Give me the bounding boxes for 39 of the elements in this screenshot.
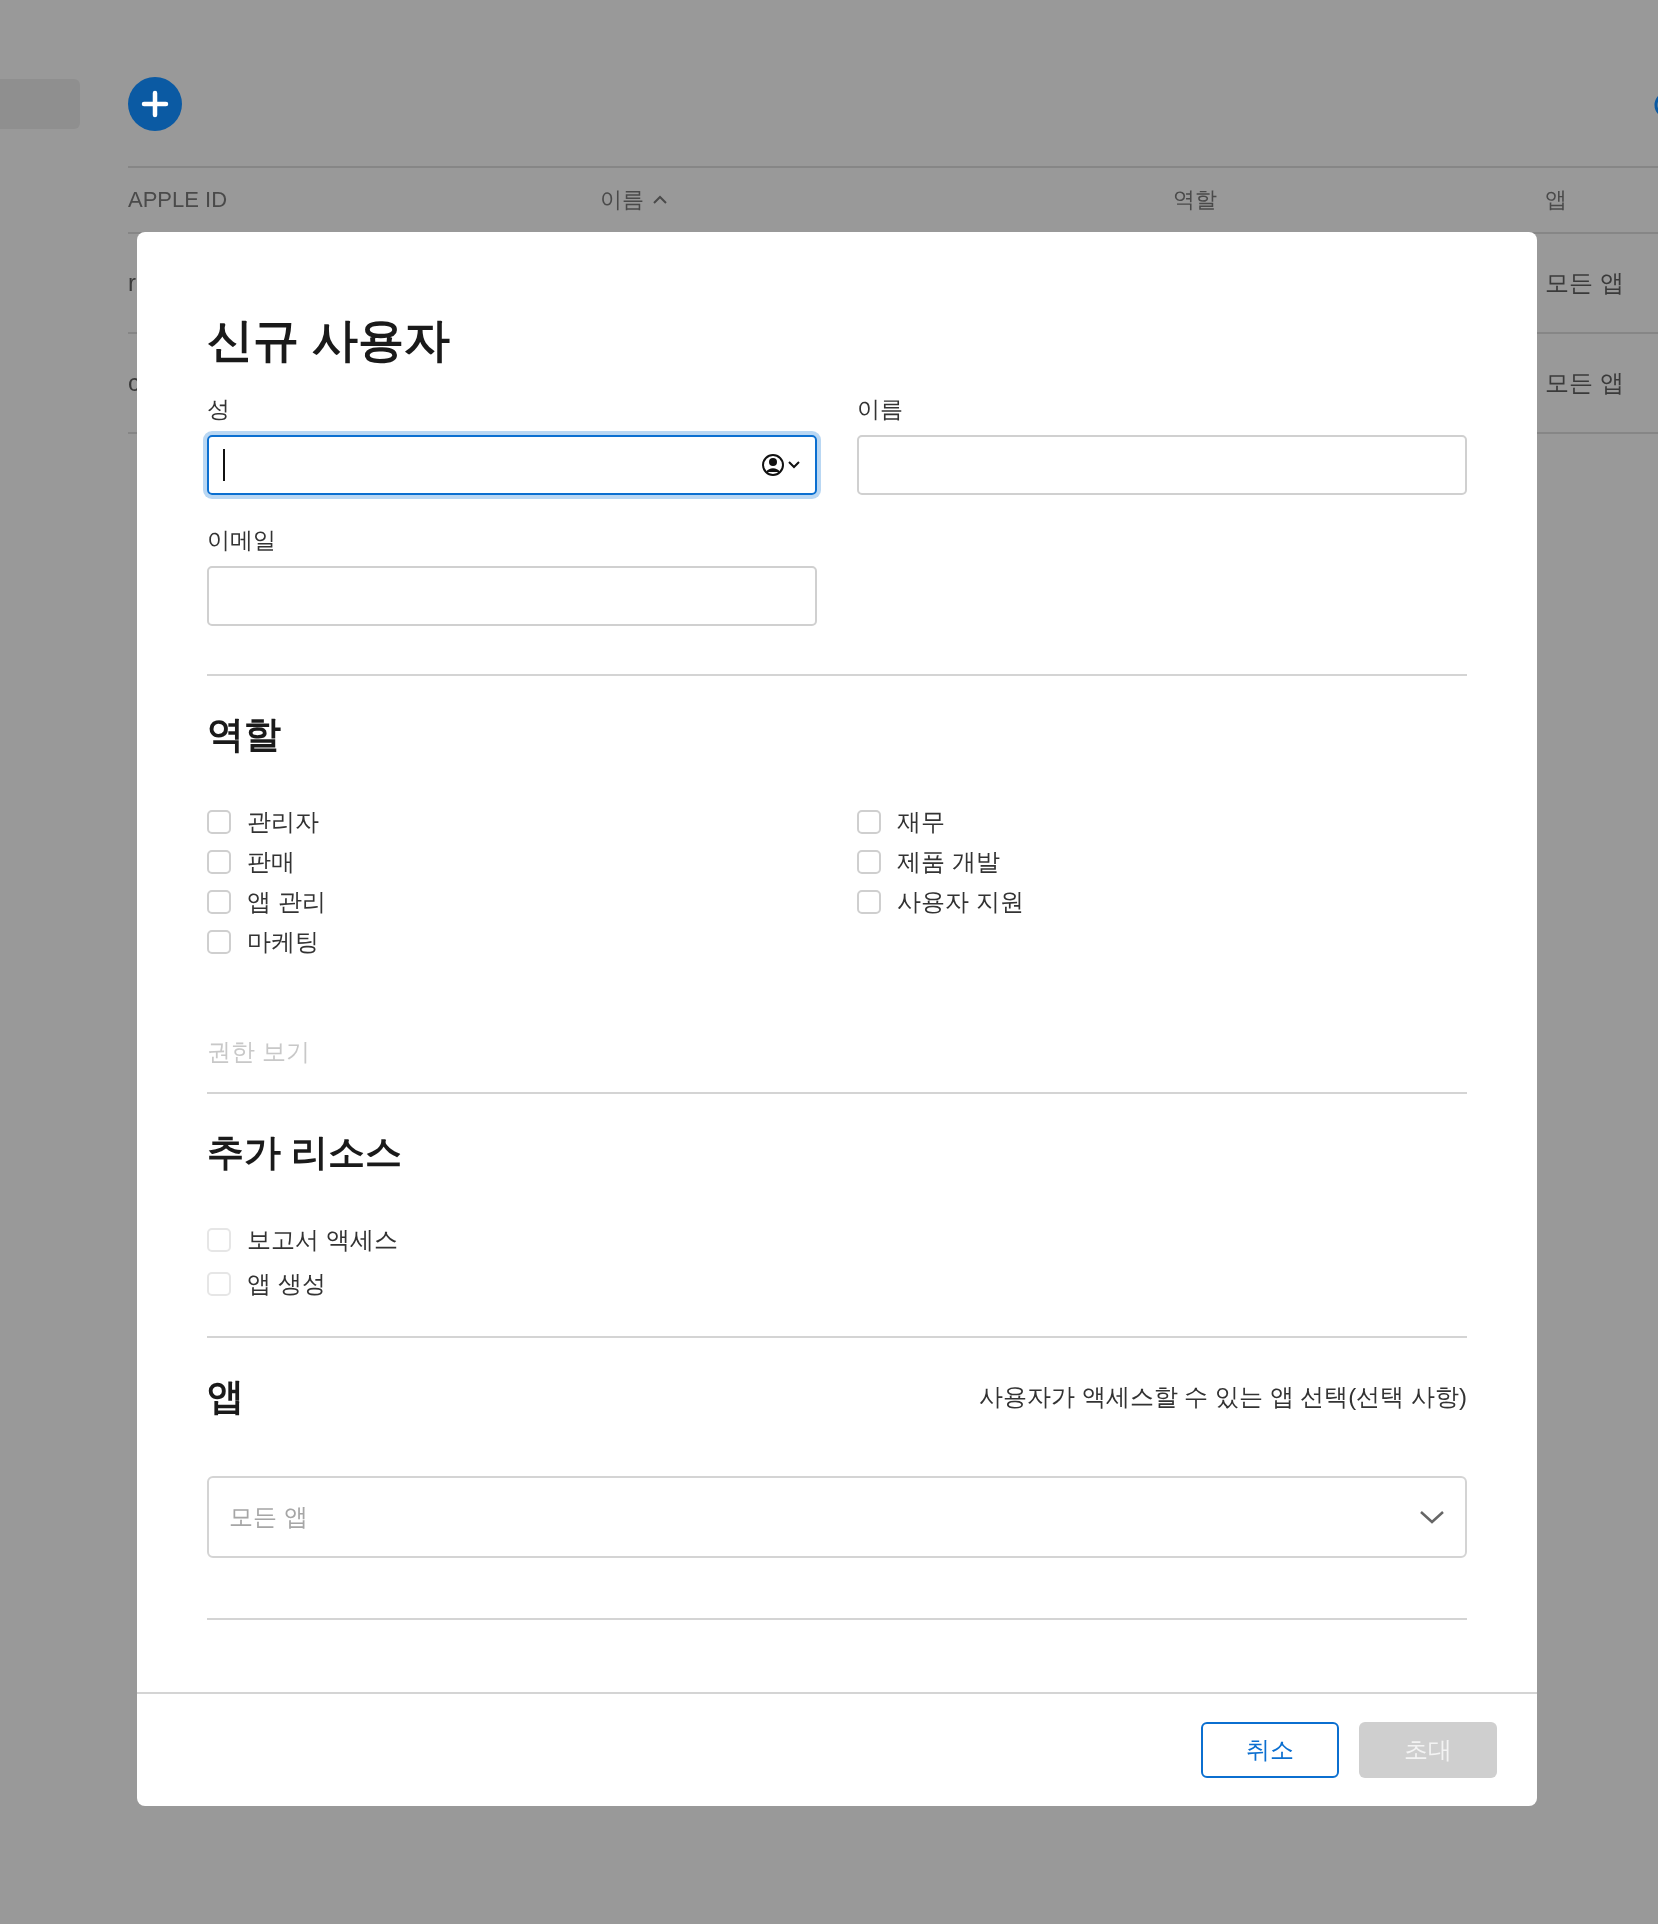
checkbox[interactable] (207, 890, 231, 914)
column-header[interactable]: APPLE ID (128, 187, 228, 213)
section-heading: 앱 (207, 1375, 244, 1419)
plus-icon (141, 90, 169, 118)
checkbox-label: 앱 생성 (247, 1269, 326, 1299)
checkbox-label: 보고서 액세스 (247, 1225, 398, 1255)
checkbox-label: 마케팅 (247, 927, 319, 957)
checkbox-label: 사용자 지원 (897, 887, 1024, 917)
section-heading: 추가 리소스 (207, 1131, 404, 1175)
column-header[interactable]: 역할 (1173, 185, 1217, 215)
checkbox[interactable] (857, 810, 881, 834)
field-label: 이메일 (207, 526, 277, 555)
dialog-title: 신규 사용자 (207, 313, 451, 368)
cancel-button[interactable]: 취소 (1201, 1722, 1339, 1778)
section-heading: 역할 (207, 713, 282, 757)
table-cell: r (128, 269, 136, 297)
checkbox-label: 관리자 (247, 807, 319, 837)
field-label: 이름 (857, 395, 904, 424)
checkbox[interactable] (857, 850, 881, 874)
checkbox[interactable] (207, 850, 231, 874)
column-header[interactable]: 앱 (1545, 185, 1567, 215)
apps-hint: 사용자가 액세스할 수 있는 앱 선택(선택 사항) (979, 1382, 1467, 1412)
table-cell-text: 모든 앱 (1545, 368, 1624, 398)
table-cell-text: 모든 앱 (1545, 268, 1624, 298)
checkbox-label: 판매 (247, 847, 295, 877)
checkbox-label: 앱 관리 (247, 887, 326, 917)
checkbox[interactable] (207, 930, 231, 954)
contact-picker-icon[interactable] (761, 452, 801, 478)
column-header[interactable]: 이름 (600, 185, 668, 215)
chevron-down-icon (1419, 1509, 1445, 1525)
add-button[interactable] (128, 77, 182, 131)
checkbox-label: 재무 (897, 807, 945, 837)
text-cursor (223, 449, 225, 481)
apps-select[interactable]: 모든 앱 (207, 1476, 1467, 1558)
sort-up-icon (652, 195, 668, 205)
checkbox[interactable] (857, 890, 881, 914)
checkbox[interactable] (207, 810, 231, 834)
field-label: 성 (207, 395, 231, 424)
checkbox-label: 제품 개발 (897, 847, 1000, 877)
